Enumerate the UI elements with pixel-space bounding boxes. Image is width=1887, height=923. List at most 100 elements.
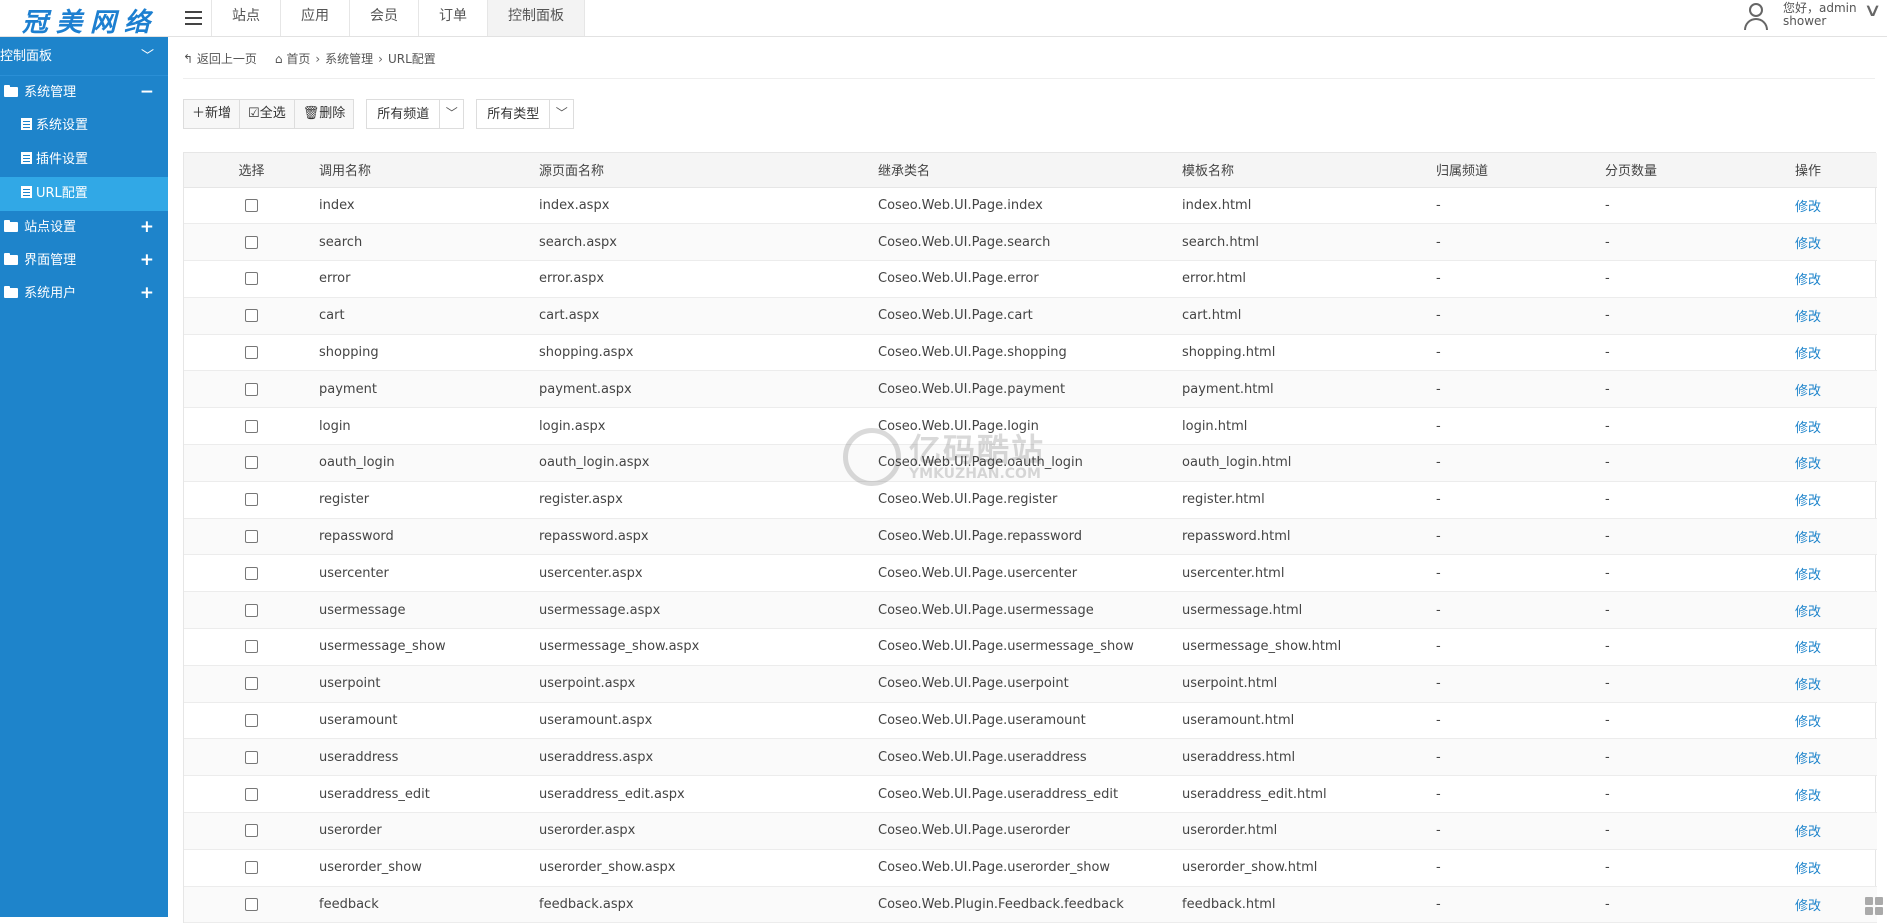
table-row: feedback feedback.aspx Coseo.Web.Plugin.Fe… (184, 886, 1877, 923)
sidebar-group-system-users[interactable]: 系统用户 + (0, 277, 168, 310)
sidebar-group-system[interactable]: 系统管理 − (0, 76, 168, 109)
row-checkbox[interactable] (245, 603, 258, 617)
row-checkbox[interactable] (245, 898, 258, 912)
source-page-cell: useraddress.aspx (539, 738, 878, 777)
select-cell (184, 481, 319, 519)
back-link[interactable]: ↰ 返回上一页 (183, 50, 257, 67)
page-size-cell: - (1605, 812, 1795, 850)
call-name-cell: login (319, 407, 539, 446)
row-checkbox[interactable] (245, 640, 258, 654)
edit-link[interactable]: 修改 (1795, 554, 1877, 593)
edit-link[interactable]: 修改 (1795, 481, 1877, 519)
table-row: userpoint userpoint.aspx Coseo.Web.UI.Page… (184, 665, 1877, 703)
source-page-cell: repassword.aspx (539, 518, 878, 556)
sidebar-title[interactable]: 控制面板 ﹀ (0, 37, 168, 76)
row-checkbox[interactable] (245, 861, 258, 875)
row-checkbox[interactable] (245, 787, 258, 801)
select-all-button[interactable]: ☑全选 (240, 100, 295, 128)
edit-link[interactable]: 修改 (1795, 812, 1877, 850)
tab-apps[interactable]: 应用 (280, 0, 349, 36)
edit-link[interactable]: 修改 (1795, 702, 1877, 740)
row-checkbox[interactable] (245, 272, 258, 286)
edit-link[interactable]: 修改 (1795, 591, 1877, 630)
document-icon (21, 186, 32, 198)
checkbox-checked-icon: ☑ (248, 106, 260, 121)
edit-link[interactable]: 修改 (1795, 628, 1877, 666)
row-checkbox[interactable] (245, 309, 258, 323)
site-logo[interactable]: 冠美网络 (22, 2, 158, 39)
edit-link[interactable]: 修改 (1795, 849, 1877, 887)
row-checkbox[interactable] (245, 346, 258, 360)
edit-link[interactable]: 修改 (1795, 775, 1877, 814)
sidebar-group-site-settings[interactable]: 站点设置 + (0, 211, 168, 244)
sidebar-item-label: 系统设置 (36, 118, 89, 133)
template-cell: login.html (1182, 407, 1436, 446)
sidebar-item-label: URL配置 (36, 186, 88, 201)
edit-link[interactable]: 修改 (1795, 223, 1877, 262)
chevron-down-icon: ﹀ (439, 100, 463, 128)
home-link[interactable]: ⌂ 首页 (275, 50, 310, 67)
chevron-down-icon[interactable]: ∨ (1863, 0, 1881, 21)
sidebar-item-system-settings[interactable]: 系统设置 (0, 109, 168, 143)
inherit-class-cell: Coseo.Web.UI.Page.usercenter (878, 554, 1182, 593)
type-select[interactable]: 所有类型 ﹀ (476, 99, 575, 129)
page-size-cell: - (1605, 738, 1795, 777)
tab-control-panel[interactable]: 控制面板 (487, 0, 585, 36)
row-checkbox[interactable] (245, 530, 258, 544)
table-row: cart cart.aspx Coseo.Web.UI.Page.cart cart.… (184, 297, 1877, 335)
grid-icon[interactable] (1865, 897, 1883, 915)
row-checkbox[interactable] (245, 750, 258, 764)
col-header-template: 模板名称 (1182, 153, 1436, 188)
row-checkbox[interactable] (245, 714, 258, 728)
channel-select[interactable]: 所有频道 ﹀ (366, 99, 465, 129)
row-checkbox[interactable] (245, 677, 258, 691)
toolbar: ＋新增 ☑全选 🗑删除 所有频道 ﹀ 所有类型 ﹀ (183, 99, 575, 129)
sidebar-item-url-config[interactable]: URL配置 (0, 177, 168, 211)
row-checkbox[interactable] (245, 824, 258, 838)
delete-button[interactable]: 🗑删除 (295, 100, 354, 128)
tab-site[interactable]: 站点 (211, 0, 280, 36)
call-name-cell: index (319, 187, 539, 225)
edit-link[interactable]: 修改 (1795, 518, 1877, 556)
sidebar-group-label: 系统用户 (24, 286, 77, 301)
row-checkbox[interactable] (245, 456, 258, 470)
template-cell: useramount.html (1182, 702, 1436, 740)
row-checkbox[interactable] (245, 566, 258, 580)
row-checkbox[interactable] (245, 235, 258, 249)
edit-link[interactable]: 修改 (1795, 260, 1877, 298)
row-checkbox[interactable] (245, 198, 258, 212)
select-cell (184, 334, 319, 372)
row-checkbox[interactable] (245, 493, 258, 507)
home-link-label: 首页 (286, 52, 311, 66)
table-row: login login.aspx Coseo.Web.UI.Page.login lo… (184, 407, 1877, 446)
sidebar-item-plugin-settings[interactable]: 插件设置 (0, 143, 168, 177)
tab-orders[interactable]: 订单 (418, 0, 487, 36)
edit-link[interactable]: 修改 (1795, 187, 1877, 225)
user-menu[interactable]: 您好，admin shower (1743, 2, 1869, 30)
sidebar-title-label: 控制面板 (0, 49, 53, 64)
page-size-cell: - (1605, 334, 1795, 372)
call-name-cell: useraddress (319, 738, 539, 777)
edit-link[interactable]: 修改 (1795, 665, 1877, 703)
folder-icon (4, 253, 18, 265)
row-checkbox[interactable] (245, 382, 258, 396)
edit-link[interactable]: 修改 (1795, 407, 1877, 446)
edit-link[interactable]: 修改 (1795, 297, 1877, 335)
breadcrumb-system-link[interactable]: 系统管理 (325, 50, 373, 67)
page-size-cell: - (1605, 702, 1795, 740)
edit-link[interactable]: 修改 (1795, 738, 1877, 777)
edit-link[interactable]: 修改 (1795, 444, 1877, 482)
edit-link[interactable]: 修改 (1795, 370, 1877, 409)
add-button[interactable]: ＋新增 (184, 100, 241, 128)
menu-toggle-icon[interactable] (175, 0, 211, 36)
edit-link[interactable]: 修改 (1795, 334, 1877, 372)
channel-select-value: 所有频道 (377, 107, 430, 122)
select-cell (184, 628, 319, 666)
tab-members[interactable]: 会员 (349, 0, 418, 36)
channel-cell: - (1436, 886, 1605, 923)
template-cell: userorder_show.html (1182, 849, 1436, 887)
col-header-source-page: 源页面名称 (539, 153, 878, 188)
sidebar-group-ui-management[interactable]: 界面管理 + (0, 244, 168, 277)
row-checkbox[interactable] (245, 419, 258, 433)
page-size-cell: - (1605, 849, 1795, 887)
